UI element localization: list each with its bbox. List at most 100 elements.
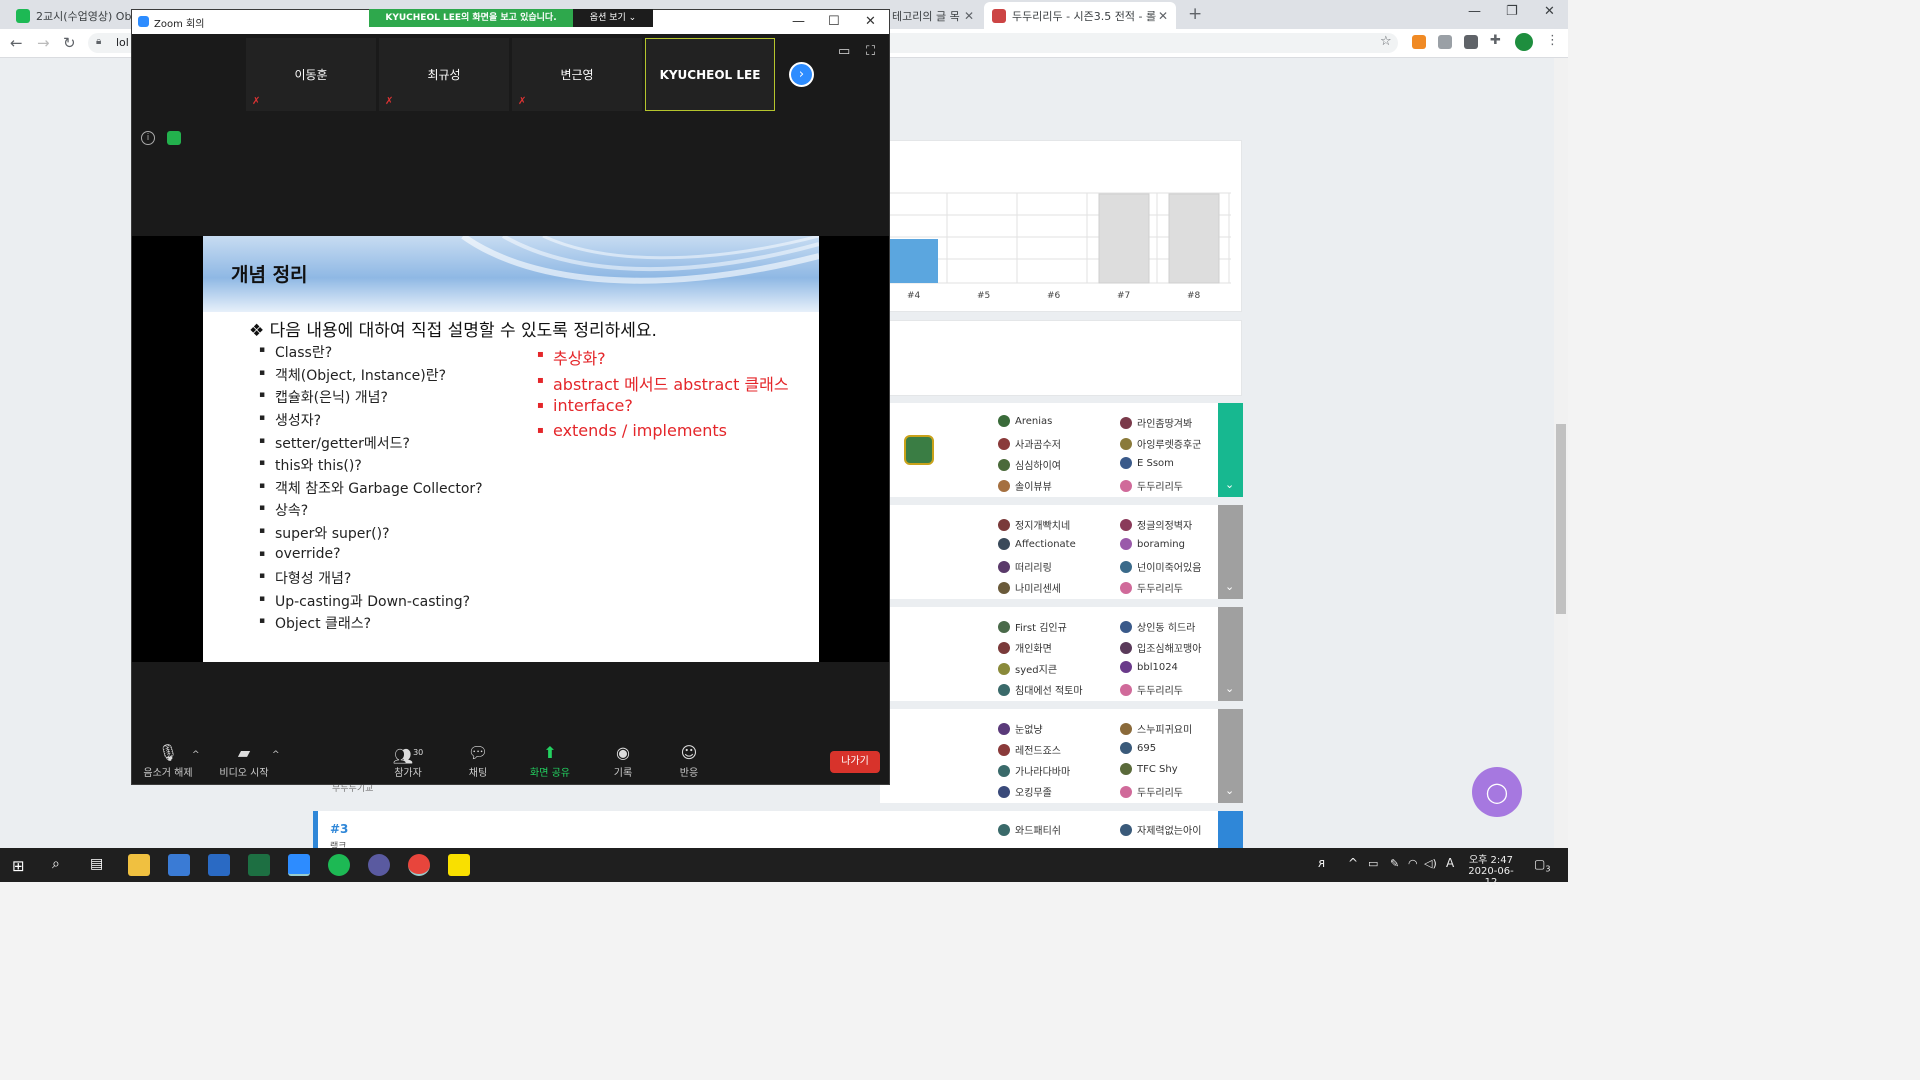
record-button[interactable]: ◉ 기록 [593, 742, 653, 779]
forward-icon[interactable]: → [37, 34, 50, 52]
player-entry[interactable]: 라인좀땅겨봐 [1120, 415, 1192, 430]
participants-button[interactable]: 👥︎30 참가자 [378, 742, 438, 779]
info-icon[interactable]: i [141, 131, 155, 145]
participant-tile[interactable]: 이동훈 ✗ [246, 38, 376, 111]
player-entry[interactable]: 695 [1120, 742, 1156, 754]
back-icon[interactable]: ← [10, 34, 23, 52]
pen-icon[interactable]: ✎ [1390, 857, 1399, 870]
player-entry[interactable]: 두두리리두 [1120, 580, 1183, 595]
puzzle-icon[interactable]: ✚ [1490, 33, 1501, 48]
battery-icon[interactable]: ▭ [1368, 857, 1378, 870]
windows-start-icon[interactable]: ⊞ [12, 857, 25, 875]
minimize-button[interactable]: — [1468, 4, 1481, 19]
close-button[interactable]: ✕ [865, 14, 876, 29]
reactions-button[interactable]: ☺ 반응 [659, 742, 719, 779]
player-entry[interactable]: 침대에선 적토마 [998, 682, 1083, 697]
wifi-icon[interactable]: ◠ [1408, 857, 1418, 870]
share-screen-button[interactable]: ⬆ 화면 공유 [520, 742, 580, 779]
close-window-button[interactable]: ✕ [1544, 4, 1555, 19]
lock-icon[interactable]: 🔒︎ [96, 36, 101, 47]
player-entry[interactable]: 자제력없는아이 [1120, 822, 1201, 837]
expand-match-button[interactable]: ⌄ [1218, 709, 1243, 803]
expand-match-button[interactable]: ⌄ [1218, 607, 1243, 701]
menu-icon[interactable]: ⋮ [1546, 33, 1559, 48]
player-entry[interactable]: 눈없냥 [998, 721, 1043, 736]
player-entry[interactable]: bbl1024 [1120, 661, 1178, 673]
extension-icon[interactable] [1412, 35, 1426, 49]
player-entry[interactable]: 개인화면 [998, 640, 1052, 655]
close-tab-icon[interactable]: ✕ [1158, 9, 1168, 23]
chat-support-button[interactable]: ◯ [1472, 767, 1522, 817]
volume-icon[interactable]: ◁) [1424, 857, 1437, 870]
chat-button[interactable]: 💬︎ 채팅 [448, 742, 508, 779]
active-speaker-tile[interactable]: KYUCHEOL LEE [645, 38, 775, 111]
zoom-app-icon[interactable] [288, 854, 310, 876]
player-entry[interactable]: Affectionate [998, 538, 1076, 550]
reload-icon[interactable]: ↻ [63, 34, 76, 52]
excel-icon[interactable] [248, 854, 270, 876]
tray-expand-icon[interactable]: ^ [1348, 856, 1358, 870]
browser-tab-3[interactable]: 두두리리두 - 시즌3.5 전적 - 롤 ✕ [984, 2, 1176, 29]
app-icon[interactable] [368, 854, 390, 876]
maximize-button[interactable]: ☐ [828, 14, 840, 29]
extension-icon[interactable] [1464, 35, 1478, 49]
player-entry[interactable]: syed지큰 [998, 661, 1057, 676]
chrome-icon[interactable] [408, 854, 430, 876]
player-entry[interactable]: 정지개빡치네 [998, 517, 1070, 532]
expand-match-button[interactable] [1218, 811, 1243, 848]
unmute-button[interactable]: 🎙︎ 음소거 해제 [138, 742, 198, 779]
participant-tile[interactable]: 최규성 ✗ [379, 38, 509, 111]
maximize-button[interactable]: ❐ [1506, 4, 1518, 19]
player-entry[interactable]: 레전드죠스 [998, 742, 1061, 757]
start-video-button[interactable]: ▰ 비디오 시작 [214, 742, 274, 779]
player-entry[interactable]: 두두리리두 [1120, 478, 1183, 493]
star-icon[interactable]: ☆ [1380, 34, 1392, 49]
player-entry[interactable]: 와드패티쉬 [998, 822, 1061, 837]
ime-indicator-icon[interactable]: A [1446, 856, 1454, 870]
player-entry[interactable]: 아잉루렛증후군 [1120, 436, 1201, 451]
extension-icon[interactable] [1438, 35, 1452, 49]
participant-tile[interactable]: 변근영 ✗ [512, 38, 642, 111]
player-entry[interactable]: Arenias [998, 415, 1052, 427]
scrollbar-thumb[interactable] [1556, 424, 1566, 614]
view-layout-icon[interactable]: ▭ [838, 44, 850, 59]
audio-options-caret-icon[interactable]: ^ [192, 750, 200, 760]
new-tab-button[interactable]: + [1188, 4, 1202, 24]
player-entry[interactable]: 넌이미죽어있음 [1120, 559, 1201, 574]
close-tab-icon[interactable]: ✕ [964, 9, 974, 23]
player-entry[interactable]: TFC Shy [1120, 763, 1178, 775]
player-entry[interactable]: 나미리센세 [998, 580, 1061, 595]
player-entry[interactable]: 오킹무졸 [998, 784, 1052, 799]
browser-tab-1[interactable]: 2교시(수업영상) Obj [8, 2, 134, 29]
player-entry[interactable]: 심심하이여 [998, 457, 1061, 472]
player-entry[interactable]: 정글의정벽자 [1120, 517, 1192, 532]
expand-match-button[interactable]: ⌄ [1218, 505, 1243, 599]
next-page-button[interactable]: › [789, 62, 814, 87]
player-entry[interactable]: 두두리리두 [1120, 682, 1183, 697]
notification-center-icon[interactable]: ▢3 [1534, 857, 1550, 873]
player-entry[interactable]: 스누피귀요미 [1120, 721, 1192, 736]
player-entry[interactable]: boraming [1120, 538, 1185, 550]
browser-tab-2[interactable]: 테고리의 글 목 ✕ [890, 2, 982, 29]
mail-icon[interactable] [208, 854, 230, 876]
app-icon[interactable] [328, 854, 350, 876]
expand-match-button[interactable]: ⌄ [1218, 403, 1243, 497]
video-options-caret-icon[interactable]: ^ [272, 750, 280, 760]
player-entry[interactable]: 두두리리두 [1120, 784, 1183, 799]
player-entry[interactable]: First 김인규 [998, 619, 1067, 634]
avatar[interactable] [1515, 33, 1533, 51]
player-entry[interactable]: 상인동 히드라 [1120, 619, 1195, 634]
minimize-button[interactable]: — [792, 14, 805, 29]
kakaotalk-icon[interactable] [448, 854, 470, 876]
player-entry[interactable]: 사과곰수저 [998, 436, 1061, 451]
player-entry[interactable]: 떠리리링 [998, 559, 1052, 574]
security-shield-icon[interactable] [167, 131, 181, 145]
store-icon[interactable] [168, 854, 190, 876]
file-explorer-icon[interactable] [128, 854, 150, 876]
player-entry[interactable]: 솔이뷰뷰 [998, 478, 1052, 493]
people-icon[interactable]: ᴙ [1318, 856, 1325, 870]
player-entry[interactable]: 가나라다바마 [998, 763, 1070, 778]
player-entry[interactable]: E Ssom [1120, 457, 1174, 469]
search-icon[interactable]: ⌕ [52, 856, 60, 872]
fullscreen-icon[interactable]: ⛶ [866, 44, 875, 59]
